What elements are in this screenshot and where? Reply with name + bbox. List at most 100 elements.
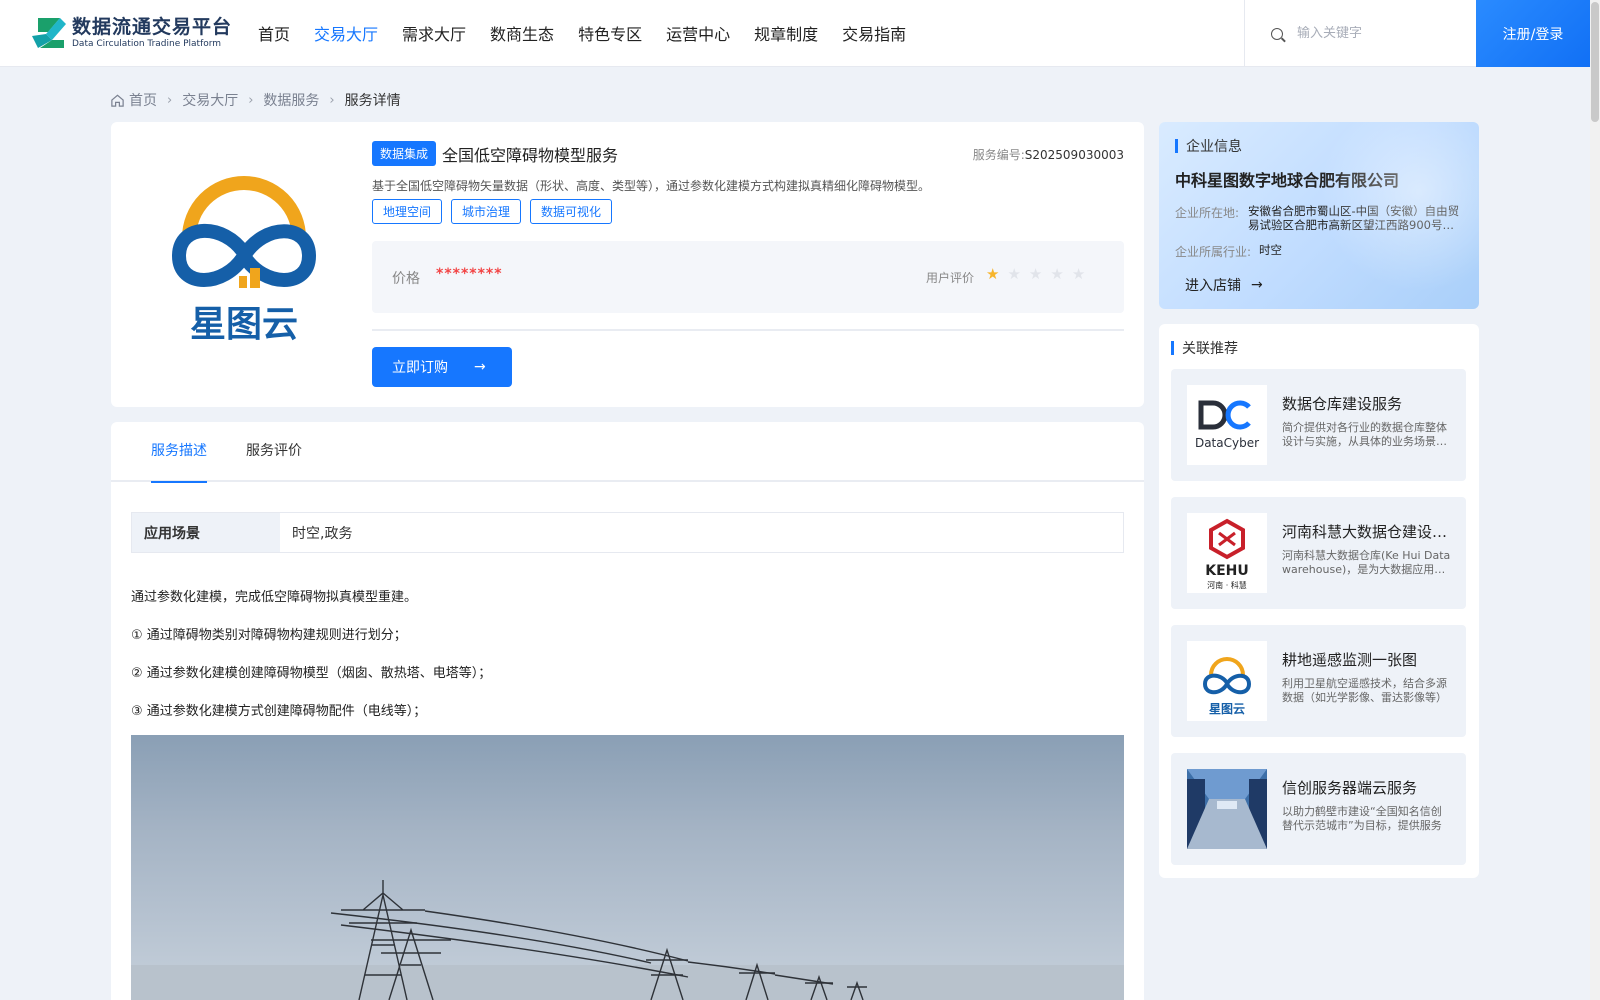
power-tower-photo (131, 735, 1124, 1000)
category-badge: 数据集成 (372, 141, 437, 166)
main-nav: 首页 交易大厅 需求大厅 数商生态 特色专区 运营中心 规章制度 交易指南 (258, 0, 930, 67)
industry-label: 企业所属行业: (1175, 245, 1252, 259)
svg-text:KEHU: KEHU (1205, 563, 1249, 579)
product-title: 全国低空障碍物模型服务 (442, 145, 619, 165)
top-navbar: 数据流通交易平台 Data Circulation Tradine Platfo… (0, 0, 1590, 67)
xingtuyun-logo: 星图云 (1187, 641, 1267, 721)
tag-urban-governance[interactable]: 城市治理 (451, 199, 522, 224)
page-scrollbar[interactable] (1590, 0, 1600, 1000)
service-detail-panel: 服务描述 服务评价 应用场景 时空,政务 通过参数化建模，完成低空障碍物拟真模型… (111, 422, 1144, 1000)
svg-text:DataCyber: DataCyber (1195, 436, 1259, 450)
nav-item-rules[interactable]: 规章制度 (754, 0, 818, 67)
related-recommend-panel: 关联推荐 DataCyber 数据仓库建设服务 简介提供对各行业的数据仓库整体设… (1159, 324, 1479, 878)
company-info-card: 企业信息 中科星图数字地球合肥有限公司 企业所在地: 安徽省合肥市蜀山区-中国（… (1159, 122, 1479, 309)
recommend-title: 耕地遥感监测一张图 (1282, 651, 1418, 669)
star-icon: ★ (1007, 265, 1021, 283)
svg-text:星图云: 星图云 (1209, 702, 1245, 716)
application-scene-row: 应用场景 时空,政务 (131, 512, 1124, 553)
recommend-item[interactable]: 信创服务器端云服务 以助力鹤壁市建设“全国知名信创替代示范城市”为目标，提供服务 (1171, 753, 1466, 865)
search-box (1244, 0, 1476, 67)
recommend-item[interactable]: 星图云 耕地遥感监测一张图 利用卫星航空遥感技术，结合多源数据（如光学影像、雷达… (1171, 625, 1466, 737)
detail-tabs: 服务描述 服务评价 (111, 422, 1144, 483)
arrow-right-icon: → (1251, 277, 1263, 293)
scene-value: 时空,政务 (292, 525, 353, 542)
rating-label: 用户评价 (926, 271, 975, 285)
company-section-title: 企业信息 (1175, 136, 1242, 156)
product-description: 基于全国低空障碍物矢量数据（形状、高度、类型等），通过参数化建模方式构建拟真精细… (372, 179, 931, 193)
logo-title: 数据流通交易平台 (72, 16, 233, 38)
svg-text:河南 · 科慧: 河南 · 科慧 (1207, 580, 1247, 590)
arrow-right-icon: → (474, 359, 486, 375)
breadcrumb: 首页 › 交易大厅 › 数据服务 › 服务详情 (110, 90, 401, 110)
description-paragraph: ③ 通过参数化建模方式创建障碍物配件（电线等）； (131, 704, 427, 719)
recommend-description: 河南科慧大数据仓库(Ke Hui Data warehouse)，是为大数据应用… (1282, 549, 1451, 576)
industry-value: 时空 (1259, 243, 1282, 257)
buy-now-label: 立即订购 (392, 360, 448, 376)
company-industry-row: 企业所属行业: 时空 (1175, 243, 1474, 260)
tab-service-review[interactable]: 服务评价 (246, 422, 302, 482)
recommend-item[interactable]: KEHU 河南 · 科慧 河南科慧大数据仓建设服务 河南科慧大数据仓库(Ke H… (1171, 497, 1466, 609)
server-room-photo (1187, 769, 1267, 849)
service-number: 服务编号:S202509030003 (972, 148, 1124, 162)
description-paragraph: 通过参数化建模，完成低空障碍物拟真模型重建。 (131, 590, 418, 605)
nav-item-demand-hall[interactable]: 需求大厅 (402, 0, 466, 67)
search-input[interactable] (1297, 26, 1467, 41)
nav-item-ecosystem[interactable]: 数商生态 (490, 0, 554, 67)
buy-now-button[interactable]: 立即订购 → (372, 347, 512, 387)
nav-item-trading-hall[interactable]: 交易大厅 (314, 0, 378, 67)
product-logo-text: 星图云 (190, 304, 298, 345)
star-icon: ★ (1050, 265, 1064, 283)
recommend-description: 简介提供对各行业的数据仓库整体设计与实施，从具体的业务场景出发 (1282, 421, 1447, 448)
kehu-logo: KEHU 河南 · 科慧 (1187, 513, 1267, 593)
nav-item-featured[interactable]: 特色专区 (578, 0, 642, 67)
location-value: 安徽省合肥市蜀山区-中国（安徽）自由贸易试验区合肥市高新区望江西路900号中安创… (1248, 204, 1460, 232)
chevron-right-icon: › (167, 92, 173, 108)
breadcrumb-trading-hall[interactable]: 交易大厅 (182, 90, 238, 110)
enter-shop-label: 进入店铺 (1185, 278, 1241, 294)
description-paragraph: ① 通过障碍物类别对障碍物构建规则进行划分； (131, 628, 407, 643)
recommend-description: 以助力鹤壁市建设“全国知名信创替代示范城市”为目标，提供服务 (1282, 805, 1442, 832)
datacyber-logo: DataCyber (1187, 385, 1267, 465)
price-panel: 价格 ******** 用户评价 ★ ★ ★ ★ ★ (372, 241, 1124, 313)
recommend-title: 河南科慧大数据仓建设服务 (1282, 523, 1452, 541)
tag-data-visualization[interactable]: 数据可视化 (530, 199, 613, 224)
chevron-right-icon: › (248, 92, 254, 108)
breadcrumb-current: 服务详情 (344, 93, 401, 109)
product-tags: 地理空间 城市治理 数据可视化 (372, 199, 621, 224)
recommend-item[interactable]: DataCyber 数据仓库建设服务 简介提供对各行业的数据仓库整体设计与实施，… (1171, 369, 1466, 481)
recommend-title: 信创服务器端云服务 (1282, 779, 1418, 797)
scene-label: 应用场景 (132, 513, 280, 552)
star-icon: ★ (1028, 265, 1043, 283)
breadcrumb-home[interactable]: 首页 (129, 90, 157, 110)
recommend-section-title: 关联推荐 (1171, 338, 1238, 358)
tag-geospatial[interactable]: 地理空间 (372, 199, 443, 224)
star-icon: ★ (1071, 265, 1086, 283)
home-icon (111, 94, 124, 107)
star-icon: ★ (986, 265, 1000, 283)
description-paragraph: ② 通过参数化建模创建障碍物模型（烟囱、散热塔、电塔等）； (131, 666, 492, 681)
recommend-title: 数据仓库建设服务 (1282, 395, 1403, 413)
price-value: ******** (436, 266, 503, 282)
product-card: 星图云 数据集成 全国低空障碍物模型服务 服务编号:S202509030003 … (111, 122, 1144, 407)
search-icon[interactable] (1271, 27, 1283, 40)
product-logo: 星图云 (159, 168, 329, 348)
chevron-right-icon: › (329, 92, 335, 108)
platform-logo-icon (30, 14, 68, 52)
company-location-row: 企业所在地: 安徽省合肥市蜀山区-中国（安徽）自由贸易试验区合肥市高新区望江西路… (1175, 204, 1463, 232)
divider (372, 329, 1124, 331)
nav-item-home[interactable]: 首页 (258, 0, 290, 67)
nav-item-guide[interactable]: 交易指南 (842, 0, 906, 67)
rating-stars: ★ ★ ★ ★ ★ (986, 265, 1093, 283)
logo-subtitle: Data Circulation Tradine Platform (72, 39, 222, 49)
login-register-button[interactable]: 注册/登录 (1476, 0, 1590, 67)
company-name: 中科星图数字地球合肥有限公司 (1175, 171, 1400, 190)
nav-item-operations[interactable]: 运营中心 (666, 0, 730, 67)
breadcrumb-data-service[interactable]: 数据服务 (263, 90, 319, 110)
scrollbar-thumb[interactable] (1591, 2, 1599, 122)
price-label: 价格 (392, 271, 420, 287)
recommend-description: 利用卫星航空遥感技术，结合多源数据（如光学影像、雷达影像等） (1282, 677, 1447, 704)
platform-logo[interactable]: 数据流通交易平台 Data Circulation Tradine Platfo… (30, 14, 232, 52)
enter-shop-button[interactable]: 进入店铺 → (1185, 275, 1263, 295)
location-label: 企业所在地: (1175, 206, 1240, 220)
tab-service-description[interactable]: 服务描述 (151, 422, 207, 483)
